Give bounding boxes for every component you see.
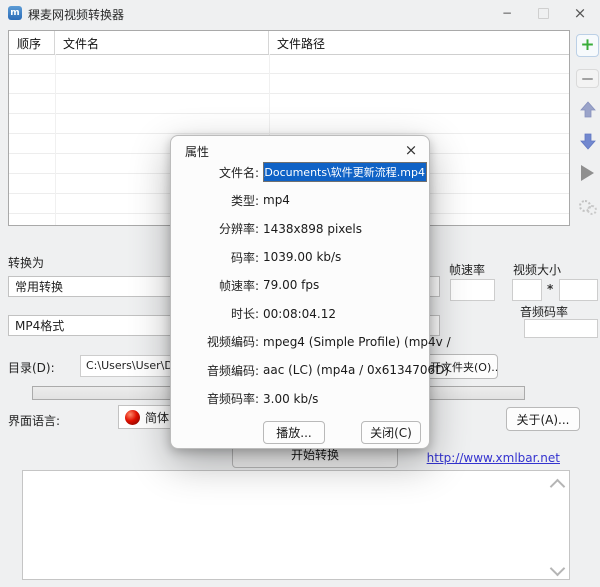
dialog-properties: 文件名:User\Documents\软件更新流程.mp4类型:mp4分辨率:1… xyxy=(171,158,429,413)
website-link-wrap: http://www.xmlbar.net xyxy=(380,451,560,465)
table-header-row: 顺序文件名文件路径 xyxy=(9,31,569,55)
settings-gears-icon xyxy=(587,205,597,215)
remove-file-icon xyxy=(582,78,593,80)
settings-button[interactable] xyxy=(576,196,599,218)
audio-bitrate-label: 音频码率 xyxy=(520,303,568,320)
property-value: mpeg4 (Simple Profile) (mp4v / xyxy=(263,335,451,349)
add-file-button[interactable]: + xyxy=(576,34,599,57)
dialog-play-button[interactable]: 播放... xyxy=(263,421,325,444)
property-row: 时长: 00:08:04.12 xyxy=(171,299,429,327)
property-row: 文件名:User\Documents\软件更新流程.mp4 xyxy=(171,158,429,186)
property-row: 音频码率: 3.00 kb/s xyxy=(171,384,429,412)
move-up-button[interactable] xyxy=(576,99,599,119)
window-title: 稞麦网视频转换器 xyxy=(28,6,124,23)
audio-bitrate-field[interactable] xyxy=(524,319,598,338)
move-down-icon xyxy=(580,133,596,150)
table-column-header[interactable]: 文件路径 xyxy=(269,31,569,54)
video-size-label: 视频大小 xyxy=(513,261,561,278)
table-column-header[interactable]: 文件名 xyxy=(55,31,269,54)
app-logo-icon: m xyxy=(8,6,22,20)
properties-dialog: 属性 × 文件名:User\Documents\软件更新流程.mp4类型:mp4… xyxy=(170,135,430,449)
video-height-field[interactable] xyxy=(559,279,598,301)
close-button[interactable]: × xyxy=(569,3,591,23)
property-label: 音频编码: xyxy=(171,362,259,379)
maximize-icon xyxy=(538,8,549,19)
red-ball-flag-icon xyxy=(125,410,140,425)
convert-to-label: 转换为 xyxy=(8,254,44,271)
property-value: aac (LC) (mp4a / 0x6134706D) xyxy=(263,363,449,377)
selected-text: User\Documents\软件更新流程.mp4 xyxy=(263,163,426,181)
play-button[interactable] xyxy=(576,162,599,184)
frame-rate-label: 帧速率 xyxy=(449,261,485,278)
column-divider xyxy=(55,54,56,225)
property-label: 视频编码: xyxy=(171,333,259,350)
move-up-icon xyxy=(580,101,596,118)
property-label: 分辨率: xyxy=(171,220,259,237)
property-label: 帧速率: xyxy=(171,277,259,294)
property-label: 文件名: xyxy=(171,164,259,181)
property-value: 79.00 fps xyxy=(263,278,319,292)
property-label: 音频码率: xyxy=(171,390,259,407)
property-value: mp4 xyxy=(263,193,290,207)
about-button[interactable]: 关于(A)... xyxy=(506,407,580,431)
frame-rate-field[interactable] xyxy=(450,279,495,301)
property-row: 分辨率: 1438x898 pixels xyxy=(171,215,429,243)
minimize-button[interactable]: − xyxy=(496,3,518,23)
language-label: 界面语言: xyxy=(8,412,60,429)
property-value: 1039.00 kb/s xyxy=(263,250,341,264)
move-down-button[interactable] xyxy=(576,131,599,151)
play-icon xyxy=(581,165,594,181)
remove-file-button[interactable] xyxy=(576,69,599,88)
maximize-button[interactable] xyxy=(532,3,554,23)
property-row: 音频编码:aac (LC) (mp4a / 0x6134706D) xyxy=(171,356,429,384)
preset-value: 常用转换 xyxy=(15,278,63,295)
property-value: 00:08:04.12 xyxy=(263,307,336,321)
property-label: 时长: xyxy=(171,305,259,322)
dialog-close-button[interactable]: × xyxy=(401,140,421,160)
titlebar: m 稞麦网视频转换器 − × xyxy=(0,0,600,26)
property-row: 帧速率: 79.00 fps xyxy=(171,271,429,299)
log-textarea[interactable] xyxy=(22,470,570,580)
dialog-close-action-button[interactable]: 关闭(C) xyxy=(361,421,421,444)
property-label: 码率: xyxy=(171,249,259,266)
website-link[interactable]: http://www.xmlbar.net xyxy=(427,451,560,465)
table-column-header[interactable]: 顺序 xyxy=(9,31,55,54)
property-row: 码率: 1039.00 kb/s xyxy=(171,243,429,271)
property-value: 3.00 kb/s xyxy=(263,392,318,406)
format-value: MP4格式 xyxy=(15,317,64,334)
video-width-field[interactable] xyxy=(512,279,542,301)
property-value: 1438x898 pixels xyxy=(263,222,362,236)
directory-label: 目录(D): xyxy=(8,359,55,376)
property-row: 类型: mp4 xyxy=(171,186,429,214)
video-size-separator: * xyxy=(547,282,553,296)
filename-input[interactable]: User\Documents\软件更新流程.mp4 xyxy=(263,162,427,182)
property-label: 类型: xyxy=(171,192,259,209)
property-row: 视频编码:mpeg4 (Simple Profile) (mp4v / xyxy=(171,328,429,356)
